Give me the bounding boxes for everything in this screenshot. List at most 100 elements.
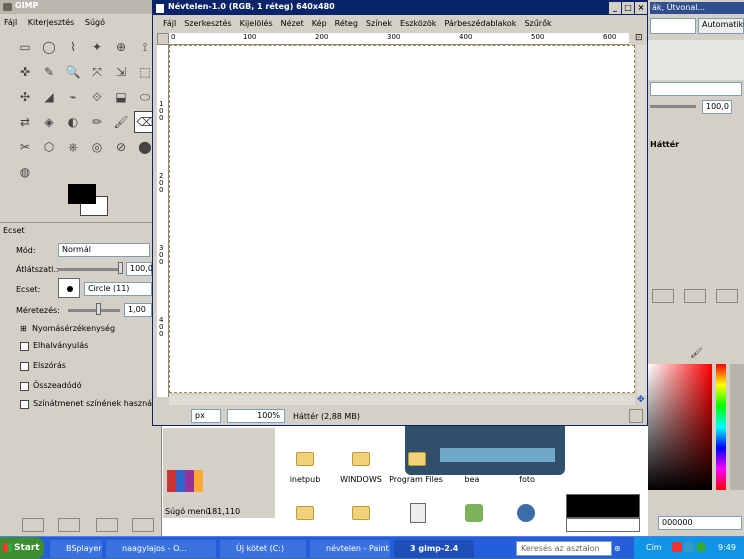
- tray-icon[interactable]: [684, 542, 694, 552]
- image-menu-item[interactable]: Réteg: [331, 17, 362, 31]
- opacity-input[interactable]: 100,0: [126, 262, 153, 276]
- brush-tab-icon[interactable]: 🖌: [690, 348, 703, 360]
- close-button[interactable]: ×: [635, 2, 647, 14]
- heal-tool-icon[interactable]: ⊘: [110, 136, 132, 158]
- image-canvas[interactable]: [169, 45, 635, 393]
- mode-select[interactable]: Normál: [58, 243, 150, 257]
- fuzzy-select-tool-icon[interactable]: ✦: [86, 36, 108, 58]
- ruler-top[interactable]: 0 100 200 300 400 500 600: [169, 33, 629, 45]
- rect-select-tool-icon[interactable]: ▭: [14, 36, 36, 58]
- delete-options-button[interactable]: [96, 518, 118, 532]
- opacity-slider[interactable]: [58, 268, 122, 271]
- color-history-strip[interactable]: [730, 364, 744, 490]
- start-button[interactable]: Start: [0, 537, 44, 559]
- minimize-button[interactable]: _: [609, 2, 621, 14]
- image-menu-item[interactable]: Színek: [362, 17, 396, 31]
- ruler-left[interactable]: 1 0 0 2 0 0 3 0 0 4 0 0: [157, 45, 169, 397]
- scale-input[interactable]: 1,00: [124, 303, 152, 317]
- unit-select[interactable]: px: [191, 409, 221, 423]
- fg-select-tool-icon[interactable]: ✜: [14, 61, 36, 83]
- taskbar-button-paint[interactable]: névtelen - Paint: [310, 540, 390, 558]
- new-layer-button[interactable]: [652, 289, 674, 303]
- blend-tool-icon[interactable]: ✏: [86, 111, 108, 133]
- media-player-controls[interactable]: [440, 448, 555, 462]
- zoom-select[interactable]: 100%: [227, 409, 285, 423]
- image-select[interactable]: [650, 18, 696, 34]
- color-picker-gradient[interactable]: [648, 364, 712, 490]
- media-icon[interactable]: [517, 504, 535, 522]
- measure-tool-icon[interactable]: ⇲: [110, 61, 132, 83]
- pencil-tool-icon[interactable]: 🖌: [110, 111, 132, 133]
- layer-opacity-slider[interactable]: [650, 105, 696, 108]
- menu-help[interactable]: Súgó: [81, 16, 109, 30]
- folder-icon[interactable]: [296, 506, 314, 520]
- save-options-button[interactable]: [22, 518, 44, 532]
- taskbar-button-explorer[interactable]: Új kötet (C:): [220, 540, 306, 558]
- layer-row[interactable]: Háttér: [648, 134, 744, 154]
- image-menu-item[interactable]: Szűrők: [520, 17, 555, 31]
- eraser-tool-icon[interactable]: ✂: [14, 136, 36, 158]
- image-menu-item[interactable]: Kijelölés: [236, 17, 277, 31]
- scale-slider[interactable]: [68, 309, 120, 312]
- jitter-checkbox[interactable]: [20, 362, 29, 371]
- layer-mode-select[interactable]: [650, 82, 742, 96]
- gradient-checkbox[interactable]: [20, 400, 29, 409]
- image-menu-item[interactable]: Fájl: [159, 17, 180, 31]
- ruler-corner[interactable]: [157, 33, 169, 45]
- image-menu-item[interactable]: Nézet: [277, 17, 308, 31]
- color-swatches[interactable]: [167, 470, 203, 492]
- bucket-fill-tool-icon[interactable]: ◐: [62, 111, 84, 133]
- cancel-button[interactable]: [629, 409, 643, 423]
- installer-icon[interactable]: [465, 504, 483, 522]
- layer-opacity-input[interactable]: 100,0: [702, 100, 732, 114]
- navigate-cross-icon[interactable]: ✥: [637, 395, 647, 405]
- delete-layer-button[interactable]: [716, 289, 738, 303]
- taskbar-button-gimp[interactable]: 3 gimp-2.4: [394, 540, 474, 558]
- shear-tool-icon[interactable]: ⬓: [110, 86, 132, 108]
- image-menu-item[interactable]: Szerkesztés: [180, 17, 235, 31]
- auto-select[interactable]: Automatikus: [698, 18, 744, 34]
- rotate-tool-icon[interactable]: ⌁: [62, 86, 84, 108]
- document-icon[interactable]: [410, 503, 426, 523]
- expand-pressure-icon[interactable]: ⊞: [20, 323, 27, 335]
- color-picker-tool-icon[interactable]: 🔍: [62, 61, 84, 83]
- clone-tool-icon[interactable]: ◎: [86, 136, 108, 158]
- tray-icon[interactable]: [696, 542, 706, 552]
- restore-options-button[interactable]: [58, 518, 80, 532]
- color-select-tool-icon[interactable]: ⊕: [110, 36, 132, 58]
- text-tool-icon[interactable]: ◈: [38, 111, 60, 133]
- smudge-tool-icon[interactable]: ◍: [14, 161, 36, 183]
- reset-options-button[interactable]: [132, 518, 154, 532]
- zoom-tool-icon[interactable]: ⤧: [86, 61, 108, 83]
- crop-tool-icon[interactable]: ◢: [38, 86, 60, 108]
- hex-input[interactable]: 000000: [658, 516, 742, 530]
- taskbar-button-outlook[interactable]: naagylajos - O...: [106, 540, 216, 558]
- paths-tool-icon[interactable]: ✎: [38, 61, 60, 83]
- menu-extensions[interactable]: Kiterjesztés: [24, 16, 79, 30]
- ink-tool-icon[interactable]: ⎈: [62, 136, 84, 158]
- hue-strip[interactable]: [716, 364, 726, 490]
- fade-checkbox[interactable]: [20, 342, 29, 351]
- taskbar-button-bsplayer[interactable]: BSplayer: [50, 540, 102, 558]
- vertical-scrollbar[interactable]: [637, 45, 647, 395]
- menu-file[interactable]: Fájl: [0, 16, 21, 30]
- previous-color-preview[interactable]: [566, 518, 640, 532]
- search-go-icon[interactable]: ⊛: [614, 541, 624, 556]
- desktop-search-input[interactable]: Keresés az asztalon: [516, 541, 612, 556]
- foreground-color-swatch-front[interactable]: [68, 184, 96, 204]
- image-menu-item[interactable]: Párbeszédablakok: [440, 17, 520, 31]
- image-menu-item[interactable]: Kép: [308, 17, 331, 31]
- align-tool-icon[interactable]: ✣: [14, 86, 36, 108]
- folder-icon[interactable]: [352, 506, 370, 520]
- maximize-button[interactable]: □: [622, 2, 634, 14]
- anchor-layer-button[interactable]: [684, 289, 706, 303]
- horizontal-scrollbar[interactable]: [169, 395, 635, 405]
- scale-slider-handle[interactable]: [96, 303, 101, 315]
- scale-tool-icon[interactable]: ⟐: [86, 86, 108, 108]
- current-color-preview[interactable]: [566, 494, 640, 518]
- airbrush-tool-icon[interactable]: ⬡: [38, 136, 60, 158]
- navigate-icon[interactable]: ⊡: [635, 33, 645, 43]
- lasso-tool-icon[interactable]: ⌇: [62, 36, 84, 58]
- image-menu-item[interactable]: Eszközök: [396, 17, 440, 31]
- tray-icon[interactable]: [672, 542, 682, 552]
